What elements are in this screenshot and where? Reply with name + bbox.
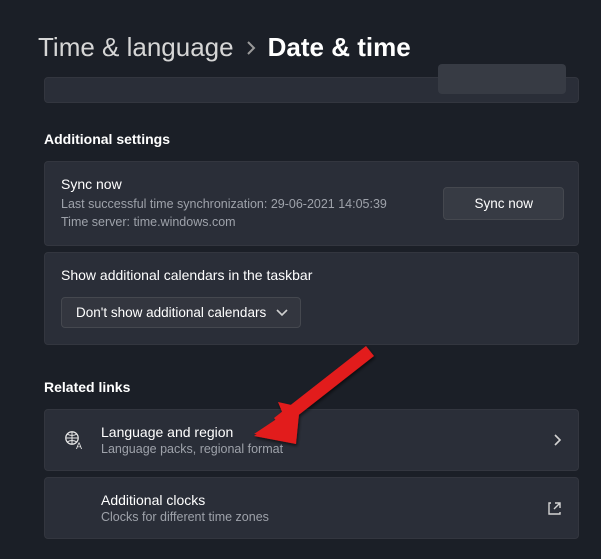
chevron-right-icon (246, 41, 256, 55)
sync-title: Sync now (61, 176, 443, 192)
globe-language-icon: A (61, 430, 87, 450)
additional-clocks-link[interactable]: Additional clocks Clocks for different t… (44, 477, 579, 539)
language-link-title: Language and region (101, 424, 553, 440)
sync-server: Time server: time.windows.com (61, 213, 443, 231)
clocks-link-sub: Clocks for different time zones (101, 510, 547, 524)
sync-last-sync: Last successful time synchronization: 29… (61, 195, 443, 213)
clocks-link-title: Additional clocks (101, 492, 547, 508)
chevron-down-icon (276, 309, 288, 317)
additional-calendars-select[interactable]: Don't show additional calendars (61, 297, 301, 328)
language-and-region-link[interactable]: A Language and region Language packs, re… (44, 409, 579, 471)
additional-calendars-card: Show additional calendars in the taskbar… (44, 252, 579, 345)
setting-row-collapsed[interactable] (44, 77, 579, 103)
additional-calendars-value: Don't show additional calendars (76, 305, 266, 320)
sync-now-button[interactable]: Sync now (443, 187, 564, 220)
language-link-sub: Language packs, regional format (101, 442, 553, 456)
section-title-additional-settings: Additional settings (44, 131, 579, 147)
chevron-right-icon (553, 433, 562, 447)
svg-text:A: A (76, 441, 82, 450)
section-title-related-links: Related links (44, 379, 579, 395)
breadcrumb: Time & language Date & time (0, 0, 601, 63)
breadcrumb-parent[interactable]: Time & language (38, 32, 234, 63)
additional-calendars-label: Show additional calendars in the taskbar (61, 267, 562, 283)
breadcrumb-current: Date & time (268, 32, 411, 63)
open-external-icon (547, 501, 562, 516)
sync-now-card: Sync now Last successful time synchroniz… (44, 161, 579, 246)
